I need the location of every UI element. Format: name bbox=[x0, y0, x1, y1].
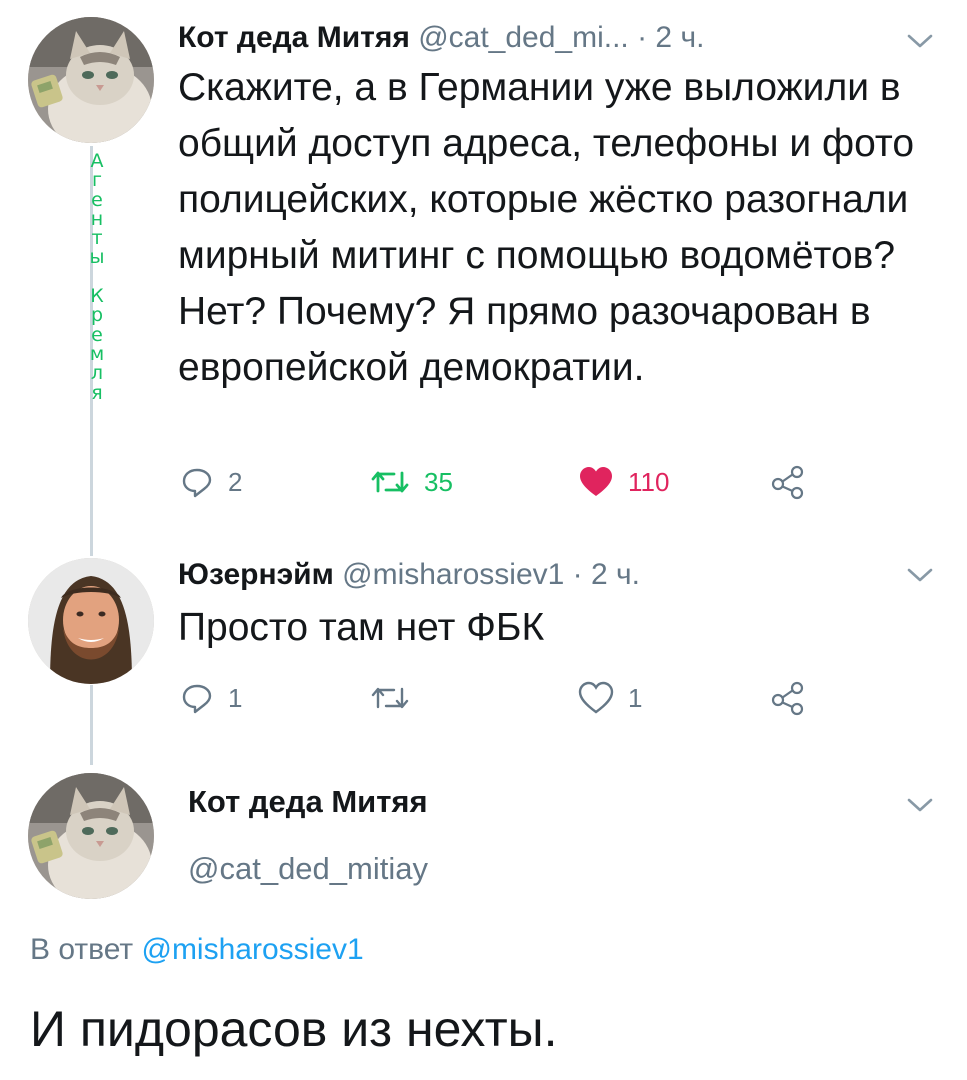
author-handle[interactable]: @cat_ded_mi... bbox=[418, 21, 629, 54]
reply-to-prefix: В ответ bbox=[30, 933, 134, 966]
like-icon bbox=[578, 681, 614, 714]
avatar-cat[interactable] bbox=[28, 17, 154, 143]
author-handle[interactable]: @misharossiev1 bbox=[342, 558, 564, 591]
tweet-time[interactable]: · 2 ч. bbox=[637, 21, 704, 54]
like-count: 1 bbox=[628, 682, 643, 713]
overlay-char: л bbox=[90, 362, 104, 385]
author-name[interactable]: Кот деда Митяя bbox=[178, 21, 410, 54]
share-button[interactable] bbox=[770, 676, 806, 720]
reply-count: 2 bbox=[228, 466, 243, 497]
reply-to-link[interactable]: @misharossiev1 bbox=[141, 933, 363, 966]
reply-icon bbox=[182, 468, 212, 498]
tweet2-header: Юзернэйм @misharossiev1 · 2 ч. bbox=[178, 557, 640, 593]
reply-button[interactable]: 1 bbox=[180, 676, 242, 720]
like-button[interactable]: 110 bbox=[578, 460, 669, 504]
retweet-button[interactable] bbox=[370, 676, 424, 720]
tweet1-text: Скажите, а в Германии уже выложили в общ… bbox=[178, 66, 915, 389]
tweet1-header: Кот деда Митяя @cat_ded_mi... · 2 ч. bbox=[178, 20, 704, 56]
overlay-char: е bbox=[91, 188, 103, 211]
author-handle[interactable]: @cat_ded_mitiay bbox=[188, 851, 428, 887]
author-name[interactable]: Юзернэйм bbox=[178, 558, 334, 591]
like-count: 110 bbox=[628, 466, 670, 497]
overlay-char: я bbox=[91, 381, 103, 404]
reply-icon bbox=[182, 684, 212, 714]
share-icon bbox=[771, 681, 804, 716]
overlay-char: р bbox=[90, 304, 104, 327]
chevron-down-icon[interactable] bbox=[906, 796, 934, 814]
thread-line-2 bbox=[90, 685, 93, 765]
retweet-icon bbox=[371, 687, 409, 709]
avatar-bearded-man[interactable] bbox=[28, 558, 154, 684]
tweet2-actions: 1 1 bbox=[180, 676, 820, 720]
chevron-down-icon[interactable] bbox=[906, 566, 934, 584]
share-button[interactable] bbox=[770, 460, 806, 504]
like-button[interactable]: 1 bbox=[578, 676, 642, 720]
share-icon bbox=[771, 465, 804, 500]
reply-context: В ответ @misharossiev1 bbox=[30, 932, 364, 968]
retweet-icon bbox=[371, 471, 409, 493]
like-icon bbox=[580, 467, 612, 496]
tweet2-text: Просто там нет ФБК bbox=[178, 606, 545, 649]
author-name[interactable]: Кот деда Митяя bbox=[188, 784, 428, 820]
avatar-cat[interactable] bbox=[28, 773, 154, 899]
vertical-overlay-text: А г е н т ы К р е м л я bbox=[86, 151, 108, 404]
overlay-char: ы bbox=[89, 246, 105, 269]
tweet-time[interactable]: · 2 ч. bbox=[573, 558, 640, 591]
chevron-down-icon[interactable] bbox=[906, 32, 934, 50]
overlay-char: г bbox=[92, 169, 102, 192]
retweet-button[interactable]: 35 bbox=[370, 460, 453, 504]
retweet-count: 35 bbox=[424, 466, 453, 497]
tweet3-text: И пидорасов из нехты. bbox=[30, 1001, 558, 1057]
reply-button[interactable]: 2 bbox=[180, 460, 242, 504]
tweet1-actions: 2 35 110 bbox=[180, 460, 820, 504]
reply-count: 1 bbox=[228, 682, 243, 713]
